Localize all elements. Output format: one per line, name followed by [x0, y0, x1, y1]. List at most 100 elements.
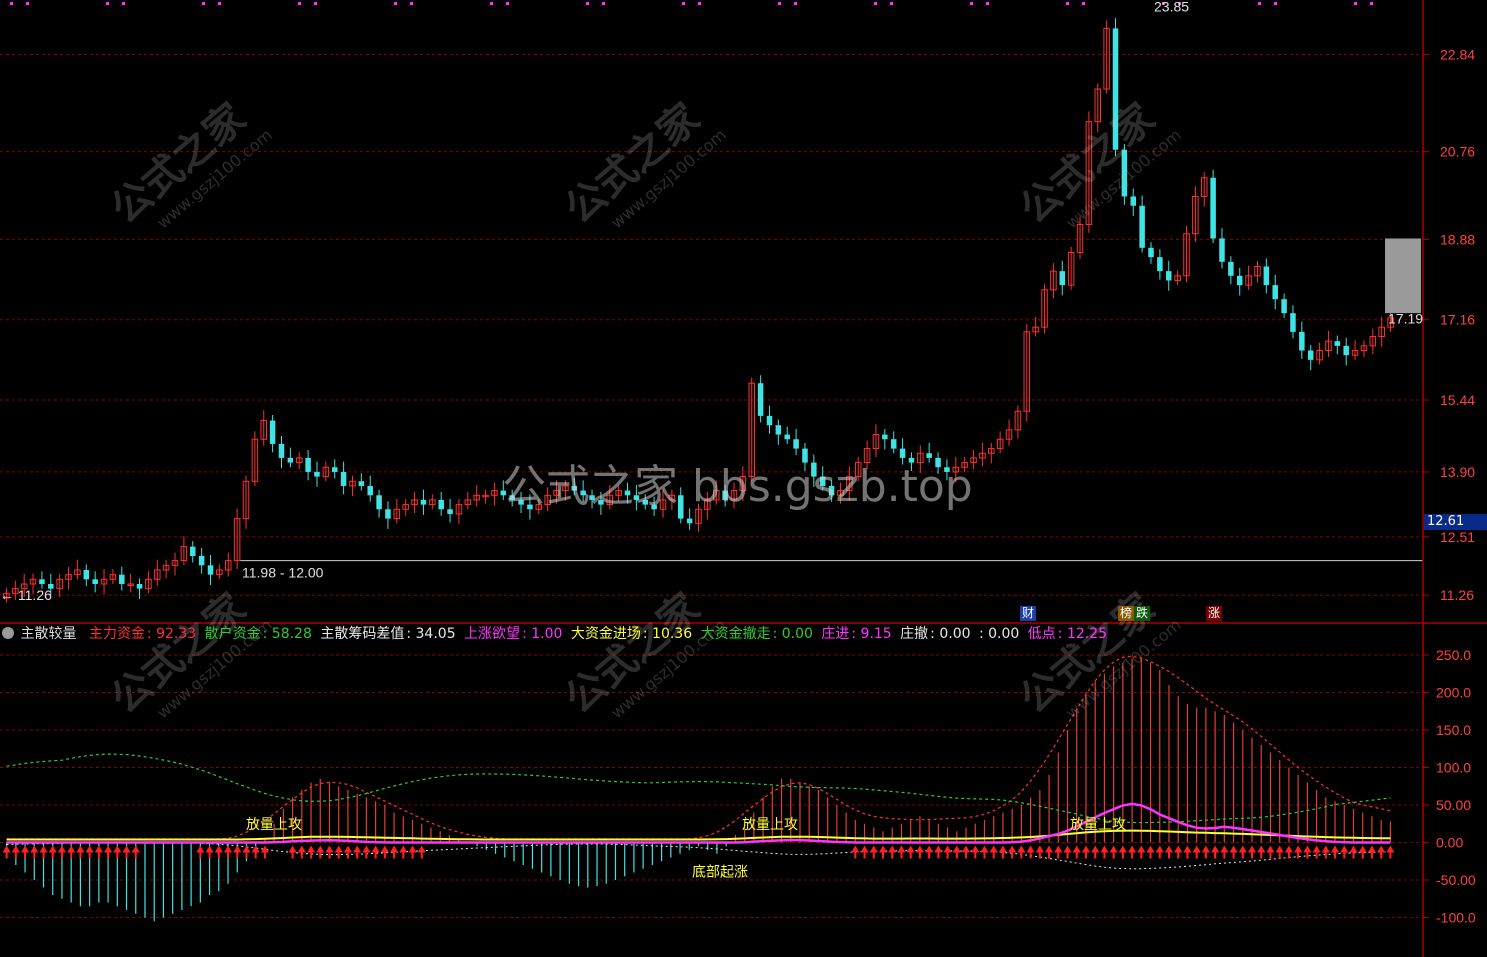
up-arrow-signal [380, 845, 389, 859]
up-arrow-signal [971, 845, 980, 859]
top-marker-dot [218, 2, 221, 5]
indicator-tick-label: 0.00 [1436, 835, 1463, 851]
up-arrow-signal [906, 845, 915, 859]
top-marker-dot [602, 2, 605, 5]
up-arrow-signal [11, 845, 20, 859]
candle-body [1236, 275, 1243, 286]
candle-body [340, 471, 347, 486]
candle-body [1307, 350, 1314, 360]
up-arrow-signal [48, 845, 57, 859]
top-marker-dot [1258, 2, 1261, 5]
price-tick-label: 12.51 [1440, 529, 1475, 545]
candle-body [1130, 196, 1137, 206]
legend-item: 低点: 12.25 [1027, 626, 1108, 642]
up-arrow-signal [1257, 845, 1266, 859]
candle-body [775, 425, 782, 435]
up-arrow-signal [1091, 845, 1100, 859]
up-arrow-signal [1128, 845, 1137, 859]
up-arrow-signal [76, 845, 85, 859]
low-price-label: ← 11.26 [0, 587, 52, 603]
top-marker-dot [202, 2, 205, 5]
up-arrow-signal [104, 845, 113, 859]
top-marker-dot [314, 2, 317, 5]
candle-body [793, 439, 799, 449]
up-arrow-signal [980, 845, 989, 859]
legend-item: 大资金撤走: 0.00 [700, 626, 813, 642]
up-arrow-signal [325, 845, 334, 859]
signal-label: 放量上攻 [742, 817, 798, 833]
top-marker-dot [1066, 2, 1069, 5]
candle-body [1290, 313, 1296, 332]
up-arrow-signal [1155, 845, 1164, 859]
up-arrow-signal [879, 845, 888, 859]
badge-zhang[interactable]: 涨 [1206, 606, 1223, 621]
top-marker-dot [874, 2, 877, 5]
up-arrow-signal [362, 845, 371, 859]
up-arrow-signal [2, 845, 11, 859]
legend-item: : 0.00 [978, 626, 1020, 642]
candle-body [1157, 257, 1163, 272]
candle-body [420, 499, 427, 505]
price-tick-label: 13.90 [1440, 464, 1475, 480]
up-arrow-signal [1340, 845, 1349, 859]
up-arrow-signal [1146, 845, 1155, 859]
up-arrow-signal [989, 845, 998, 859]
top-marker-dot [410, 2, 413, 5]
up-arrow-signal [353, 845, 362, 859]
up-arrow-signal [888, 845, 897, 859]
candle-body [1139, 205, 1145, 248]
up-arrow-signal [399, 845, 408, 859]
up-arrow-signal [934, 845, 943, 859]
up-arrow-signal [196, 845, 205, 859]
badge-die[interactable]: 跌 [1134, 606, 1151, 621]
up-arrow-signal [1164, 845, 1173, 859]
up-arrow-signal [131, 845, 140, 859]
candle-body [1272, 285, 1278, 300]
up-arrow-signal [343, 845, 352, 859]
up-arrow-signal [1017, 845, 1026, 859]
up-arrow-signal [67, 845, 76, 859]
top-marker-dot [890, 2, 893, 5]
up-arrow-signal [925, 845, 934, 859]
candle-body [766, 415, 773, 426]
main-force-line [6, 655, 1391, 840]
up-arrow-signal [851, 845, 860, 859]
candle-body [83, 569, 90, 580]
current-price-tag: 12.61 [1424, 514, 1487, 530]
indicator-tick-label: 100.0 [1436, 760, 1471, 776]
signal-label: 放量上攻 [1070, 817, 1126, 833]
up-arrow-signal [1248, 845, 1257, 859]
up-arrow-signal [1054, 845, 1063, 859]
top-marker-dot [106, 2, 109, 5]
legend-item: 大资金进场: 10.36 [570, 626, 693, 642]
candle-body [757, 383, 764, 416]
up-arrow-signal [860, 845, 869, 859]
up-arrow-signal [113, 845, 122, 859]
price-tick-label: 22.84 [1440, 46, 1475, 62]
up-arrow-signal [1063, 845, 1072, 859]
legend-item: 庄撤: 0.00 [900, 626, 971, 642]
badge-cai[interactable]: 财 [1020, 606, 1037, 621]
signal-label: 底部起涨 [692, 864, 748, 880]
indicator-toggle-icon[interactable] [2, 627, 14, 639]
up-arrow-signal [1331, 845, 1340, 859]
candle-body [190, 546, 196, 556]
up-arrow-signal [943, 845, 952, 859]
indicator-signals: 放量上攻 放量上攻底部起涨 放量上攻 [2, 817, 1395, 880]
up-arrow-signal [869, 845, 878, 859]
center-watermark: 公式之家 bbs.gszb.top [502, 461, 973, 512]
candle-body [1219, 238, 1225, 262]
legend-item: 上涨欲望: 1.00 [464, 626, 563, 642]
indicator-title[interactable]: 主散较量 [20, 626, 76, 642]
candle-body [784, 434, 790, 440]
indicator-header: 主散较量 主力资金: 92.33 散户资金: 58.28 主散筹码差值: 34.… [0, 624, 1111, 644]
up-arrow-signal [417, 845, 426, 859]
up-arrow-signal [1358, 845, 1367, 859]
up-arrow-signal [21, 845, 30, 859]
badge-bang[interactable]: 榜 [1118, 606, 1135, 621]
top-marker-dot [490, 2, 493, 5]
indicator-bars [6, 658, 1391, 922]
up-arrow-signal [1220, 845, 1229, 859]
top-marker-dot [698, 2, 701, 5]
top-marker-dot [122, 2, 125, 5]
